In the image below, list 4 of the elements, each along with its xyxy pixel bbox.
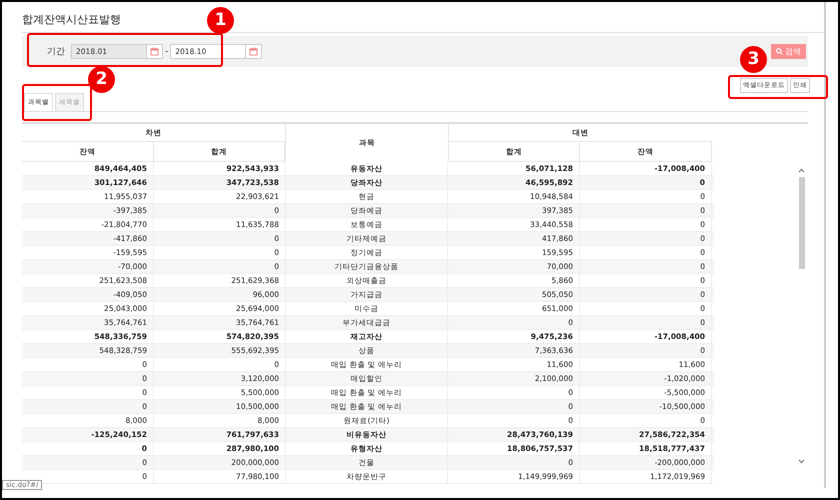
callout-number: 2 xyxy=(88,66,115,93)
period-label: 기간 xyxy=(47,46,65,58)
date-separator: - xyxy=(165,46,168,56)
callout-number: 1 xyxy=(207,7,234,34)
